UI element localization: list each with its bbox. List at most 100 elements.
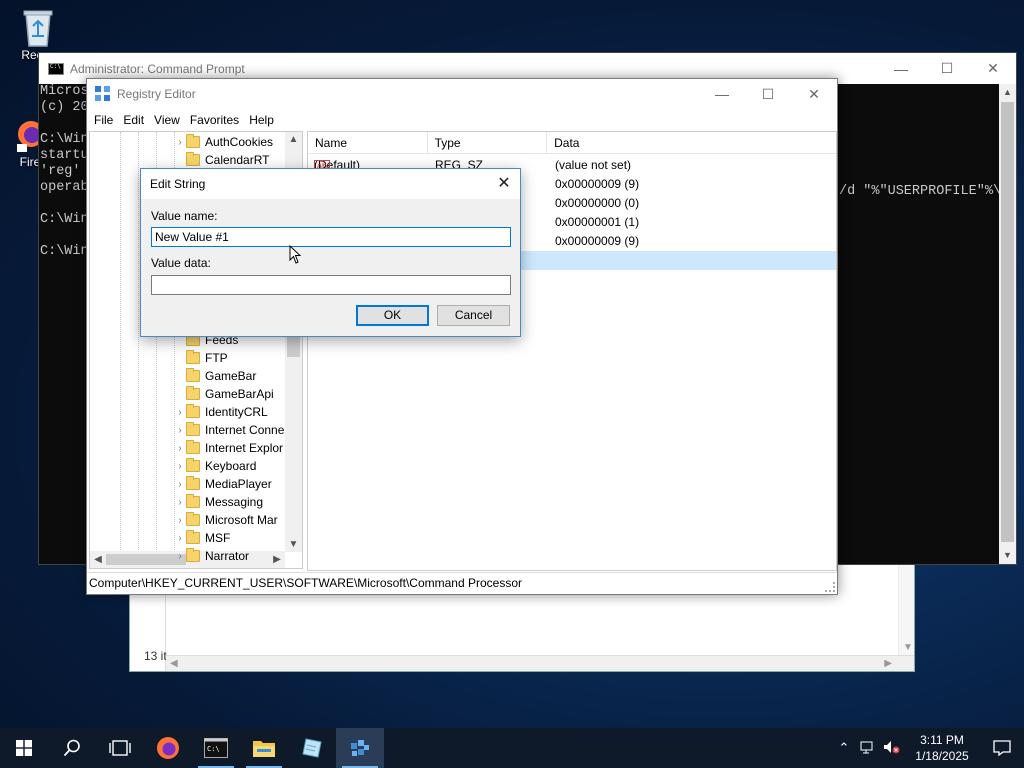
chevron-up-icon[interactable]: ⌃ (832, 740, 856, 756)
minimize-button[interactable]: — (699, 79, 745, 109)
status-bar: Computer\HKEY_CURRENT_USER\SOFTWARE\Micr… (87, 572, 837, 594)
maximize-button[interactable]: ☐ (924, 53, 970, 84)
search-button[interactable] (48, 728, 96, 768)
taskbar-registry-editor[interactable] (336, 728, 384, 768)
scroll-up-icon[interactable]: ▲ (999, 84, 1016, 101)
chevron-right-icon[interactable]: › (174, 515, 186, 526)
menu-favorites[interactable]: Favorites (185, 113, 244, 127)
explorer-vertical-scrollbar[interactable]: ▼ (898, 561, 914, 655)
chevron-right-icon[interactable]: › (174, 551, 186, 562)
tree-key[interactable]: › Internet Conne (174, 421, 284, 439)
value-data: (value not set) (555, 158, 632, 172)
cancel-button[interactable]: Cancel (437, 305, 510, 326)
cmd-icon (48, 62, 64, 75)
tree-key[interactable]: › MSF (174, 529, 230, 547)
taskbar-command-prompt[interactable]: C:\ (192, 728, 240, 768)
tree-key[interactable]: › MediaPlayer (174, 475, 272, 493)
tree-key[interactable]: CalendarRT (174, 151, 269, 169)
scroll-left-icon[interactable]: ◀ (170, 658, 178, 669)
menu-bar: File Edit View Favorites Help (87, 109, 837, 131)
taskbar-clock[interactable]: 3:11 PM 1/18/2025 (904, 732, 980, 764)
system-tray: ⌃ 3:11 PM 1/18/2025 (832, 728, 1024, 768)
folder-icon (186, 422, 200, 436)
tree-key[interactable]: › Microsoft Mar (174, 511, 278, 529)
tree-key[interactable]: › Narrator (174, 547, 249, 565)
menu-edit[interactable]: Edit (118, 113, 149, 127)
scroll-thumb[interactable] (1001, 102, 1014, 542)
tree-key-label: GameBarApi (205, 387, 274, 401)
item-count: 13 it (144, 649, 167, 663)
column-name[interactable]: Name (308, 132, 428, 154)
column-type[interactable]: Type (428, 132, 548, 154)
chevron-right-icon[interactable]: › (174, 497, 186, 508)
taskbar-file-explorer[interactable] (240, 728, 288, 768)
tree-key[interactable]: › Internet Explor (174, 439, 283, 457)
chevron-right-icon[interactable]: › (174, 479, 186, 490)
tree-key[interactable]: › Keyboard (174, 457, 256, 475)
action-center-button[interactable] (980, 728, 1024, 768)
notepad-icon (302, 738, 322, 758)
ok-button[interactable]: OK (356, 305, 429, 326)
column-data[interactable]: Data (547, 132, 836, 154)
close-button[interactable]: ✕ (970, 53, 1016, 84)
tree-key[interactable]: › Messaging (174, 493, 263, 511)
maximize-button[interactable]: ☐ (745, 79, 791, 109)
scroll-right-icon[interactable]: ▶ (884, 658, 892, 669)
chevron-right-icon[interactable]: › (174, 443, 186, 454)
recycle-bin-icon (18, 6, 58, 48)
tree-key-label: Internet Explor (205, 441, 284, 455)
tree-key-label: Messaging (205, 495, 264, 509)
scroll-left-icon[interactable]: ◀ (90, 551, 106, 568)
current-key-path: Computer\HKEY_CURRENT_USER\SOFTWARE\Micr… (89, 576, 522, 590)
minimize-button[interactable]: — (878, 53, 924, 84)
scroll-up-icon[interactable]: ▲ (285, 134, 302, 145)
notification-icon (993, 740, 1011, 756)
dialog-titlebar[interactable]: Edit String ✕ (141, 169, 520, 199)
scroll-down-icon[interactable]: ▼ (999, 547, 1016, 564)
taskbar-firefox[interactable] (144, 728, 192, 768)
tree-key[interactable]: GameBar (174, 367, 256, 385)
taskbar-app[interactable] (288, 728, 336, 768)
menu-file[interactable]: File (89, 113, 118, 127)
scroll-down-icon[interactable]: ▼ (903, 642, 913, 653)
tree-key[interactable]: GameBarApi (174, 385, 274, 403)
value-name-label: Value name: (151, 209, 218, 223)
tree-key[interactable]: › AuthCookies (174, 133, 273, 151)
tree-key-label: Narrator (205, 549, 250, 563)
menu-view[interactable]: View (149, 113, 185, 127)
tree-key-label: AuthCookies (205, 135, 274, 149)
menu-help[interactable]: Help (244, 113, 279, 127)
tree-key-label: MediaPlayer (205, 477, 272, 491)
folder-icon (186, 386, 200, 400)
tree-key[interactable]: FTP (174, 349, 228, 367)
task-view-button[interactable] (96, 728, 144, 768)
cmd-title: Administrator: Command Prompt (70, 61, 245, 76)
chevron-right-icon[interactable]: › (174, 461, 186, 472)
folder-icon (186, 404, 200, 418)
close-icon[interactable]: ✕ (494, 174, 514, 194)
console-scrollbar[interactable]: ▲ ▼ (999, 84, 1016, 564)
explorer-horizontal-scrollbar[interactable]: ◀ ▶ (166, 655, 914, 671)
scroll-down-icon[interactable]: ▼ (285, 539, 302, 550)
chevron-right-icon[interactable]: › (174, 425, 186, 436)
value-data: 0x00000001 (1) (555, 215, 640, 229)
regedit-titlebar[interactable]: Registry Editor — ☐ ✕ (87, 79, 837, 109)
chevron-right-icon[interactable]: › (174, 407, 186, 418)
chevron-right-icon[interactable]: › (174, 533, 186, 544)
folder-icon (186, 476, 200, 490)
tree-key[interactable]: › IdentityCRL (174, 403, 268, 421)
start-button[interactable] (0, 728, 48, 768)
registry-editor-icon (95, 86, 111, 102)
folder-icon (186, 458, 200, 472)
value-data-field[interactable] (151, 275, 511, 295)
value-data-label: Value data: (151, 256, 211, 270)
close-button[interactable]: ✕ (791, 79, 837, 109)
value-name-field[interactable]: New Value #1 (151, 227, 511, 247)
chevron-right-icon[interactable]: › (174, 137, 186, 148)
scroll-right-icon[interactable]: ▶ (269, 551, 285, 568)
resize-grip-icon[interactable] (825, 582, 835, 592)
edit-string-dialog[interactable]: Edit String ✕ Value name: New Value #1 V… (140, 168, 521, 337)
taskbar: C:\ ⌃ 3:11 PM 1/18/2025 (0, 728, 1024, 768)
network-icon[interactable] (856, 740, 880, 757)
volume-muted-icon[interactable] (880, 740, 904, 757)
